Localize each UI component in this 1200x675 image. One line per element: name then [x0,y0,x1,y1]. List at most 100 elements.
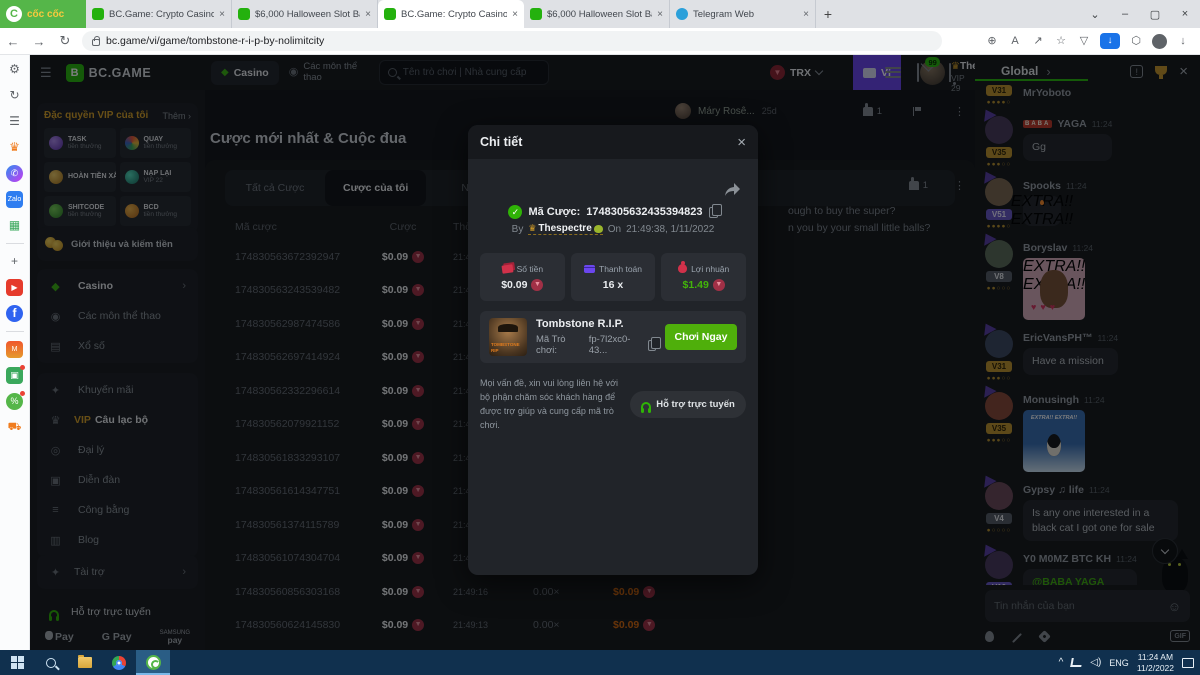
tab-close-icon[interactable]: × [219,9,225,20]
tab-close-icon[interactable]: × [657,9,663,20]
zalo-icon[interactable]: Zalo [6,191,23,208]
stat-icon [501,264,513,273]
start-button[interactable] [0,650,34,675]
reading-list-icon[interactable]: ☰ [6,113,23,130]
browser-tab[interactable]: $6,000 Halloween Slot Battle × [524,0,670,28]
browser-tabs: BC.Game: Crypto Casino Gan × $6,000 Hall… [86,0,816,28]
translate-icon[interactable]: A [1008,34,1022,48]
coccoc-taskbar-icon[interactable] [136,650,170,675]
bet-id-value: 1748305632435394823 [586,206,702,218]
add-shortcut-icon[interactable]: + [6,253,23,270]
history-icon[interactable]: ↻ [6,87,23,104]
stat-label: Số tiền [517,264,543,274]
browser-tab[interactable]: Telegram Web × [670,0,816,28]
reload-icon[interactable]: ↻ [52,33,78,49]
tab-title: Telegram Web [693,9,798,20]
gift-icon[interactable]: ▣ [6,367,23,384]
url-text[interactable]: bc.game/vi/game/tombstone-r-i-p-by-nolim… [106,35,324,47]
network-icon[interactable] [1070,658,1083,667]
verified-shield-icon: ✓ [508,205,522,219]
language-indicator[interactable]: ENG [1109,658,1129,668]
cart-icon[interactable]: ⛟ [6,419,23,436]
notification-center-icon[interactable] [1182,658,1194,668]
coccoc-brand[interactable]: C cốc cốc [0,0,86,28]
messenger-icon[interactable]: ✆ [6,165,23,182]
support-note: Mọi vấn đề, xin vui lòng liên hệ với bộ … [480,377,620,433]
stat-card: Lợi nhuận $1.49▼ [661,253,746,301]
screen: C cốc cốc BC.Game: Crypto Casino Gan × $… [0,0,1200,675]
play-now-button[interactable]: Chơi Ngay [665,324,737,350]
game-title: Tombstone R.I.P. [536,318,656,330]
game-code-value: fp-7l2xc0-43... [589,334,643,356]
browser-side-strip: ⚙ ↻ ☰ ♛ ✆ Zalo ▦ + ▶ f M ▣ % ⛟ [0,55,30,650]
taskbar-search-icon[interactable] [34,650,68,675]
shop-icon[interactable]: M [6,341,23,358]
modal-close-icon[interactable]: × [737,134,746,151]
browser-tab[interactable]: BC.Game: Crypto Casino Gan × [86,0,232,28]
tab-favicon [238,8,250,20]
file-explorer-icon[interactable] [68,650,102,675]
bettor-name[interactable]: ♛Thespectre [528,223,602,235]
tab-search-icon[interactable]: ⌄ [1080,8,1110,21]
toolbar-icons: ⊕ A ↗ ☆ ▽ ↓ ⬡ ↓ [985,33,1200,49]
tab-title: $6,000 Halloween Slot Battle [547,9,652,20]
tab-close-icon[interactable]: × [365,9,371,20]
bet-datetime: 21:49:38, 1/11/2022 [626,224,714,235]
game-card: TOMBSTONE RIP Tombstone R.I.P. Mã Trò ch… [480,311,746,363]
extensions-puzzle-icon[interactable]: ⬡ [1129,34,1143,48]
headset-icon [641,402,651,410]
browser-profile-avatar[interactable] [1152,34,1167,49]
stat-icon [678,264,687,273]
chrome-icon[interactable] [102,650,136,675]
modal-title: Chi tiết [480,135,522,149]
deals-icon[interactable]: % [6,393,23,410]
coccoc-logo-icon: C [6,6,22,22]
share-icon[interactable]: ↗ [1031,34,1045,48]
volume-icon[interactable]: ◁) [1090,657,1101,668]
settings-gear-icon[interactable]: ⚙ [6,61,23,78]
close-button[interactable]: × [1170,8,1200,20]
bet-by-line: By ♛Thespectre On 21:49:38, 1/11/2022 [468,223,758,235]
coccoc-brand-label: cốc cốc [27,9,64,20]
thumbnail-label: TOMBSTONE RIP [489,342,527,354]
new-tab-button[interactable]: + [816,0,840,28]
downloads-tray-icon[interactable]: ↓ [1176,34,1190,48]
minimize-button[interactable]: – [1110,8,1140,20]
copy-icon[interactable] [709,207,718,218]
online-support-button[interactable]: Hỗ trợ trực tuyến [630,391,746,418]
forward-icon[interactable]: → [26,34,52,49]
bet-details-modal: Chi tiết × ✓ Mã Cược: 174830563243539482… [468,125,758,575]
tab-close-icon[interactable]: × [803,9,809,20]
bookmark-star-icon[interactable]: ☆ [1054,34,1068,48]
browser-tab-bar: C cốc cốc BC.Game: Crypto Casino Gan × $… [0,0,1200,28]
tab-close-icon[interactable]: × [512,9,518,20]
on-label: On [608,224,621,235]
download-active-icon[interactable]: ↓ [1100,33,1120,49]
game-code-label: Mã Trò chơi: [536,334,584,356]
bet-id-label: Mã Cược: [528,206,580,218]
game-code-line: Mã Trò chơi: fp-7l2xc0-43... [536,334,656,356]
stat-card: Thanh toán 16 x▼ [571,253,656,301]
copy-icon[interactable] [648,340,656,351]
facebook-icon[interactable]: f [6,305,23,322]
shield-icon[interactable]: ▽ [1077,34,1091,48]
modal-header: Chi tiết × [468,125,758,159]
strip-divider [6,243,24,244]
browser-tab[interactable]: BC.Game: Crypto Casino Gan × [378,0,524,28]
address-bar[interactable]: bc.game/vi/game/tombstone-r-i-p-by-nolim… [82,31,942,51]
game-thumbnail[interactable]: TOMBSTONE RIP [489,318,527,356]
maximize-button[interactable]: ▢ [1140,8,1170,21]
stat-value: $1.49 [683,279,709,291]
share-icon[interactable] [725,183,740,201]
crown-icon: ♛ [528,223,536,234]
back-icon[interactable]: ← [0,34,26,49]
games-gamepad-icon[interactable]: ▦ [6,217,23,234]
taskbar-clock[interactable]: 11:24 AM11/2/2022 [1137,652,1174,673]
crown-icon[interactable]: ♛ [6,139,23,156]
by-label: By [512,224,524,235]
save-page-icon[interactable]: ⊕ [985,34,999,48]
browser-tab[interactable]: $6,000 Halloween Slot Battle × [232,0,378,28]
browser-toolbar: ← → ↻ bc.game/vi/game/tombstone-r-i-p-by… [0,28,1200,55]
youtube-icon[interactable]: ▶ [6,279,23,296]
tray-expand-icon[interactable]: ^ [1059,657,1064,668]
